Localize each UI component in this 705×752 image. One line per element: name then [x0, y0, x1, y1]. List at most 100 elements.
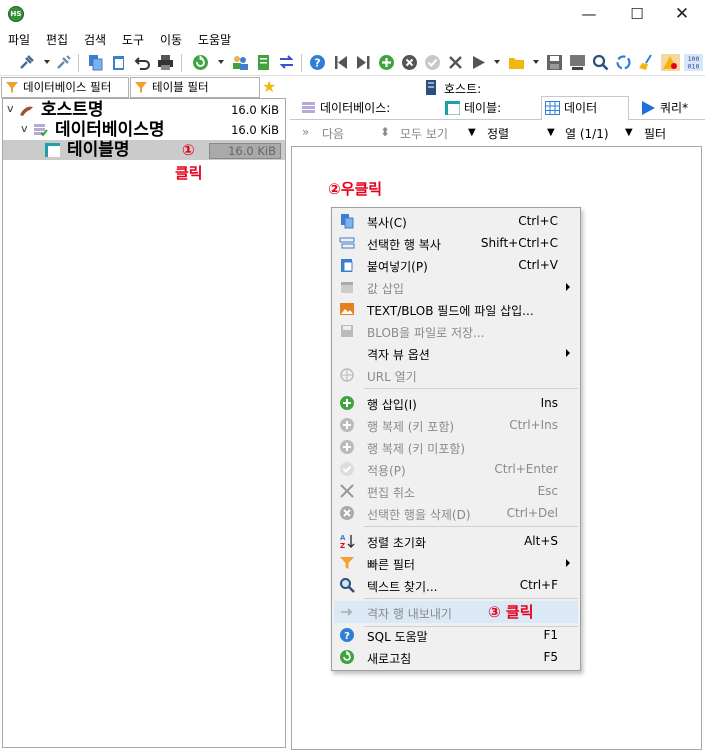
context-menu: 복사(C) Ctrl+C 선택한 행 복사 Shift+Ctrl+C 붙여넣기(…: [331, 207, 581, 671]
undo-icon[interactable]: [134, 54, 151, 71]
sort-triangle-icon[interactable]: ▼: [468, 127, 476, 138]
menu-item-export-grid-rows[interactable]: 격자 행 내보내기: [334, 601, 578, 623]
columns-triangle-icon[interactable]: ▼: [547, 127, 555, 138]
open-folder-icon[interactable]: [508, 54, 525, 71]
sort-az-icon: AZ: [340, 534, 355, 549]
menu-item-shortcut: Ctrl+Ins: [509, 418, 558, 432]
chevron-down-icon[interactable]: v: [7, 102, 14, 115]
menu-item-label: 격자 뷰 옵션: [367, 348, 430, 362]
menu-item-label: 행 복제 (키 포함): [367, 420, 455, 434]
minimize-button[interactable]: —: [566, 0, 612, 28]
menu-item-open-url[interactable]: URL 열기: [334, 364, 578, 386]
connect-dropdown-arrow-icon[interactable]: [44, 60, 50, 64]
first-record-icon[interactable]: [332, 54, 349, 71]
menu-item-label: 적용(P): [367, 464, 406, 478]
svg-text:Z: Z: [340, 542, 345, 549]
menu-item-cancel-edit[interactable]: 편집 취소 Esc: [334, 480, 578, 502]
menu-file[interactable]: 파일: [8, 31, 30, 48]
sort-button[interactable]: 정렬: [487, 125, 509, 142]
columns-button[interactable]: 열 (1/1): [565, 125, 609, 142]
next-button[interactable]: 다음: [322, 125, 344, 142]
tab-database[interactable]: 데이터베이스:: [298, 97, 390, 120]
menu-search[interactable]: 검색: [84, 31, 106, 48]
show-all-button[interactable]: 모두 보기: [400, 125, 448, 142]
svg-text:A: A: [340, 534, 346, 542]
favorite-star-icon[interactable]: ★: [262, 78, 276, 96]
table-filter-input[interactable]: 테이블 필터: [130, 77, 260, 98]
paste-icon[interactable]: [110, 54, 127, 71]
tree-item-database[interactable]: v 데이터베이스명 16.0 KiB: [3, 120, 285, 140]
run-dropdown-arrow-icon[interactable]: [494, 60, 500, 64]
search-icon[interactable]: [592, 54, 609, 71]
menu-item-duplicate-row-with-key[interactable]: 행 복제 (키 포함) Ctrl+Ins: [334, 414, 578, 436]
maximize-button[interactable]: ☐: [614, 0, 660, 28]
binary-mode-icon[interactable]: 100010: [684, 54, 703, 71]
menu-item-insert-row[interactable]: 행 삽입(I) Ins: [334, 392, 578, 414]
plus-circle-icon: [340, 418, 354, 432]
menu-item-quick-filter[interactable]: 빠른 필터: [334, 552, 578, 574]
connect-plug-icon[interactable]: [18, 54, 35, 71]
last-record-icon[interactable]: [355, 54, 372, 71]
menu-item-label: 선택한 행을 삭제(D): [367, 508, 471, 522]
show-all-updown-icon[interactable]: ⬍: [380, 125, 390, 139]
next-double-chevron-icon[interactable]: »: [302, 125, 309, 139]
refresh-dropdown-arrow-icon[interactable]: [218, 60, 224, 64]
tab-query[interactable]: 쿼리*: [638, 97, 688, 120]
menu-tools[interactable]: 도구: [122, 31, 144, 48]
save-icon[interactable]: [546, 54, 563, 71]
tab-table[interactable]: 테이블:: [442, 97, 501, 120]
copy-icon[interactable]: [87, 54, 104, 71]
menu-item-insert-file[interactable]: TEXT/BLOB 필드에 파일 삽입...: [334, 298, 578, 320]
menu-go[interactable]: 이동: [160, 31, 182, 48]
filter-triangle-icon[interactable]: ▼: [625, 127, 633, 138]
run-query-icon[interactable]: [470, 54, 487, 71]
menu-item-apply[interactable]: 적용(P) Ctrl+Enter: [334, 458, 578, 480]
sync-arrows-icon[interactable]: [278, 54, 295, 71]
grid-icon: [545, 101, 560, 115]
add-row-icon[interactable]: [378, 54, 395, 71]
refresh-icon[interactable]: [192, 54, 209, 71]
paste-icon: [341, 259, 353, 272]
disconnect-plug-icon[interactable]: [55, 54, 72, 71]
menu-item-sql-help[interactable]: ? SQL 도움말 F1: [334, 624, 578, 646]
menu-item-paste[interactable]: 붙여넣기(P) Ctrl+V: [334, 254, 578, 276]
broom-icon[interactable]: [638, 54, 655, 71]
menu-item-grid-options[interactable]: 격자 뷰 옵션: [334, 342, 578, 364]
database-filter-input[interactable]: 데이터베이스 필터: [1, 77, 129, 98]
print-icon[interactable]: [157, 54, 174, 71]
menu-item-copy[interactable]: 복사(C) Ctrl+C: [334, 210, 578, 232]
menu-item-copy-rows[interactable]: 선택한 행 복사 Shift+Ctrl+C: [334, 232, 578, 254]
menu-item-refresh[interactable]: 새로고침 F5: [334, 646, 578, 668]
save-blob-icon[interactable]: [569, 54, 586, 71]
open-dropdown-arrow-icon[interactable]: [533, 60, 539, 64]
post-check-icon[interactable]: [424, 54, 441, 71]
menu-edit[interactable]: 편집: [46, 31, 68, 48]
menu-separator: [364, 598, 578, 599]
menu-item-reset-sort[interactable]: AZ 정렬 초기화 Alt+S: [334, 530, 578, 552]
menu-help[interactable]: 도움말: [198, 31, 231, 48]
export-sql-icon[interactable]: [255, 54, 272, 71]
user-manager-icon[interactable]: [232, 54, 249, 71]
tree-item-host[interactable]: v 호스트명 16.0 KiB: [3, 100, 285, 120]
chevron-down-icon[interactable]: v: [21, 122, 28, 135]
menu-separator: [364, 526, 578, 527]
menu-item-label: URL 열기: [367, 370, 417, 384]
calendar-icon: [341, 282, 353, 293]
cancel-cross-icon[interactable]: [447, 54, 464, 71]
table-icon: [45, 143, 60, 157]
menu-item-find-text[interactable]: 텍스트 찾기... Ctrl+F: [334, 574, 578, 596]
menu-item-label: 선택한 행 복사: [367, 238, 441, 252]
warning-icon[interactable]: [661, 54, 680, 71]
delete-row-icon[interactable]: [401, 54, 418, 71]
close-button[interactable]: ✕: [659, 0, 705, 28]
tab-data[interactable]: 데이터: [541, 96, 629, 121]
help-icon[interactable]: ?: [309, 54, 326, 71]
menu-item-save-blob[interactable]: BLOB을 파일로 저장...: [334, 320, 578, 342]
filter-button[interactable]: 필터: [644, 125, 666, 142]
menu-item-insert-value[interactable]: 값 삽입: [334, 276, 578, 298]
menu-item-duplicate-row-without-key[interactable]: 행 복제 (키 미포함): [334, 436, 578, 458]
menu-item-delete-rows[interactable]: 선택한 행을 삭제(D) Ctrl+Del: [334, 502, 578, 524]
tree-item-table[interactable]: 테이블명 16.0 KiB: [3, 140, 285, 160]
export-arrow-icon: [341, 608, 353, 616]
replace-icon[interactable]: [615, 54, 632, 71]
